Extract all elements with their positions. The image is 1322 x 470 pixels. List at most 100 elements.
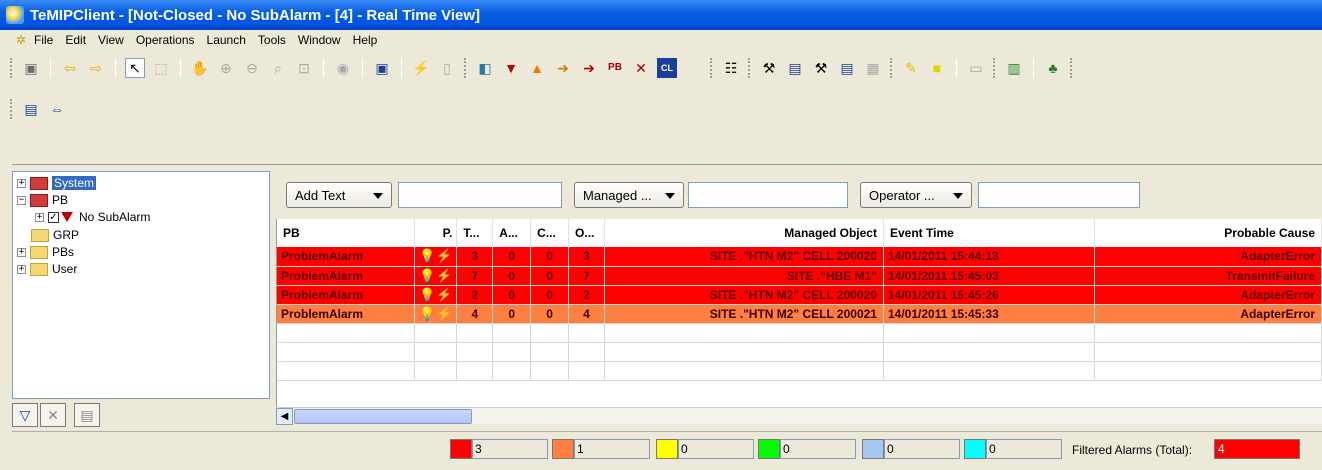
pointer-icon[interactable]: ↖	[125, 58, 145, 78]
expand-icon[interactable]: +	[35, 212, 44, 222]
dropdown-arrow-icon	[953, 193, 963, 199]
open-view-icon[interactable]: ▣	[21, 58, 41, 78]
filtered-alarms-total: 4	[1214, 439, 1300, 459]
bell-icon[interactable]: ♣	[1043, 58, 1063, 78]
zoom-region-icon[interactable]: ⌕	[268, 58, 288, 78]
toolbar-separator	[180, 58, 181, 78]
expand-icon[interactable]: +	[17, 178, 26, 188]
tree-item-label: GRP	[53, 228, 80, 242]
column-probable-cause[interactable]: Probable Cause	[1094, 219, 1322, 247]
document-icon[interactable]: ▭	[966, 58, 986, 78]
column-pb[interactable]: PB	[277, 219, 416, 247]
hammer-icon-2[interactable]: ⚒	[811, 58, 831, 78]
operator-dropdown[interactable]: Operator ...	[860, 182, 972, 208]
report-icon[interactable]: ▥	[1004, 58, 1024, 78]
cell-p: 💡 ⚡	[414, 285, 458, 305]
column-t[interactable]: T...	[456, 219, 494, 247]
alarm-red-icon[interactable]: ▼	[501, 58, 521, 78]
forward-alarm-icon[interactable]: ➔	[579, 58, 599, 78]
scroll-left-icon[interactable]: ◀	[276, 408, 293, 425]
zoom-fit-icon[interactable]: ⊡	[294, 58, 314, 78]
back-arrow-icon[interactable]: ⇦	[60, 58, 80, 78]
column-a[interactable]: A...	[492, 219, 532, 247]
lightning-icon[interactable]: ⚡	[411, 58, 431, 78]
filter-button[interactable]: ▽	[12, 403, 38, 427]
managed-input[interactable]	[688, 182, 848, 208]
tree-item-pb[interactable]: − PB	[17, 192, 68, 208]
pan-hand-icon[interactable]: ✋	[190, 58, 210, 78]
table-row[interactable]: ProblemAlarm 💡 ⚡ 7 0 0 7 SITE ."HBE M1" 1…	[277, 266, 1322, 286]
column-p[interactable]: P.	[414, 219, 458, 247]
menu-view[interactable]: View	[98, 33, 124, 47]
add-text-label: Add Text	[295, 187, 346, 203]
column-event-time[interactable]: Event Time	[883, 219, 1096, 247]
window-icon[interactable]: ▣	[372, 58, 392, 78]
view-icon[interactable]: ▤	[21, 99, 41, 119]
cell-a: 0	[492, 247, 532, 267]
menu-window[interactable]: Window	[298, 33, 341, 47]
forward-arrow-icon[interactable]: ⇨	[86, 58, 106, 78]
tree-item-label: PB	[52, 193, 69, 207]
menu-help[interactable]: Help	[353, 33, 378, 47]
clear-color-swatch	[964, 439, 986, 459]
filter-properties-button[interactable]: ▤	[74, 403, 100, 427]
filter-icon	[61, 212, 73, 222]
cell-event-time: 14/01/2011 15:45:33	[883, 304, 1096, 324]
hammer-icon[interactable]: ⚒	[759, 58, 779, 78]
menu-edit[interactable]: Edit	[65, 33, 86, 47]
table-row[interactable]: ProblemAlarm 💡 ⚡ 4 0 0 4 SITE ."HTN M2" C…	[277, 304, 1322, 324]
cell-t: 2	[456, 285, 494, 305]
database-icon[interactable]: ▦	[863, 58, 883, 78]
menu-tools[interactable]: Tools	[258, 33, 286, 47]
cl-icon[interactable]: CL	[657, 58, 677, 78]
table-row[interactable]: ProblemAlarm 💡 ⚡ 2 0 0 2 SITE ."HTN M2" C…	[277, 285, 1322, 305]
cell-a: 0	[492, 266, 532, 286]
tree-item-pbs[interactable]: + PBs	[17, 244, 74, 260]
cell-p: 💡 ⚡	[414, 247, 458, 267]
cell-managed-object: SITE ."HTN M2" CELL 200020	[604, 247, 884, 267]
folder-icon	[30, 193, 48, 207]
alarm-window-icon[interactable]: ◧	[475, 58, 495, 78]
minor-color-swatch	[656, 439, 678, 459]
scroll-thumb[interactable]	[294, 409, 472, 424]
calculator-icon[interactable]: ▤	[785, 58, 805, 78]
tree-item-system[interactable]: + System	[17, 175, 97, 191]
collapse-icon[interactable]: −	[17, 195, 26, 205]
pb-icon[interactable]: PB	[605, 58, 625, 78]
table-row[interactable]: ProblemAlarm 💡 ⚡ 3 0 0 3 SITE ."HTN M2" C…	[277, 247, 1322, 267]
note-icon[interactable]: ■	[927, 58, 947, 78]
checkbox[interactable]: ✓	[48, 211, 59, 223]
menu-launch[interactable]: Launch	[207, 33, 246, 47]
add-text-input[interactable]	[398, 182, 562, 208]
column-o[interactable]: O...	[568, 219, 605, 247]
highlighter-icon[interactable]: ✎	[901, 58, 921, 78]
managed-dropdown[interactable]: Managed ...	[574, 182, 684, 208]
critical-color-swatch	[450, 439, 472, 459]
operator-input[interactable]	[978, 182, 1140, 208]
acknowledge-icon[interactable]: ➜	[553, 58, 573, 78]
expand-icon[interactable]: +	[17, 247, 26, 257]
tree-item-user[interactable]: + User	[17, 261, 77, 277]
calculator-icon-2[interactable]: ▤	[837, 58, 857, 78]
select-rect-icon[interactable]: ⬚	[151, 58, 171, 78]
pb-cross-icon[interactable]: ✕	[631, 58, 651, 78]
cell-c: 0	[530, 304, 570, 324]
column-managed-object[interactable]: Managed Object	[604, 219, 884, 247]
alarm-orange-icon[interactable]: ▲	[527, 58, 547, 78]
search-icon[interactable]: ◉	[333, 58, 353, 78]
tree-item-no-subalarm[interactable]: + ✓ No SubAlarm	[35, 209, 150, 225]
add-text-dropdown[interactable]: Add Text	[286, 182, 392, 208]
settings-icon[interactable]: ☷	[721, 58, 741, 78]
cell-c: 0	[530, 247, 570, 267]
zoom-out-icon[interactable]: ⊖	[242, 58, 262, 78]
menu-file[interactable]: File	[34, 33, 53, 47]
expand-icon[interactable]: +	[17, 264, 26, 274]
properties-icon[interactable]: ▯	[437, 58, 457, 78]
horizontal-scrollbar[interactable]: ◀	[276, 407, 1322, 425]
tree-item-grp[interactable]: GRP	[31, 227, 79, 243]
menu-operations[interactable]: Operations	[136, 33, 195, 47]
remove-filter-button[interactable]: ✕	[40, 403, 66, 427]
expand-icon[interactable]: ⇔	[47, 99, 67, 119]
zoom-in-icon[interactable]: ⊕	[216, 58, 236, 78]
column-c[interactable]: C...	[530, 219, 570, 247]
